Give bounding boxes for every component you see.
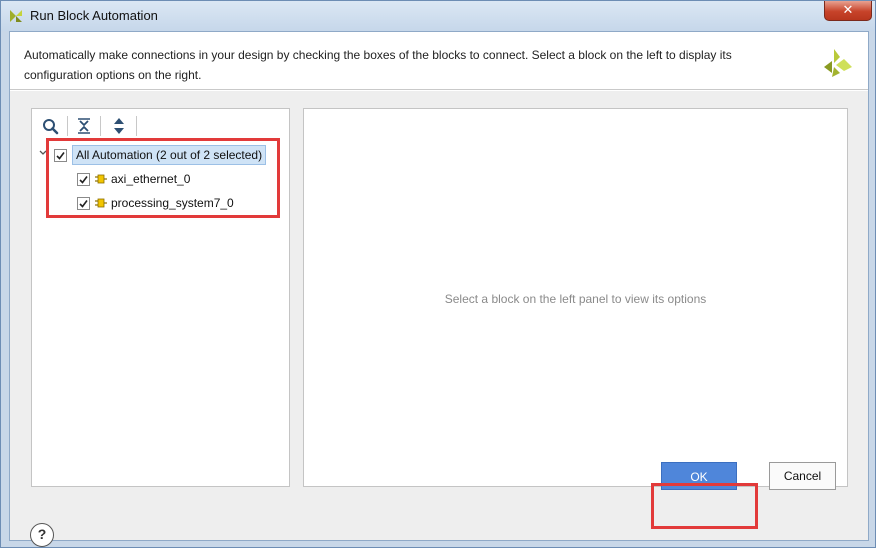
title-bar[interactable]: Run Block Automation ✕ — [1, 1, 875, 31]
window-title: Run Block Automation — [30, 8, 158, 23]
dialog-content: Automatically make connections in your d… — [9, 31, 869, 547]
highlight-box-tree — [46, 138, 280, 218]
dialog-window: Run Block Automation ✕ Automatically mak… — [0, 0, 876, 548]
highlight-box-ok — [651, 483, 758, 529]
toolbar-separator — [100, 116, 101, 136]
dialog-header: Automatically make connections in your d… — [10, 32, 868, 90]
xilinx-logo-icon — [824, 49, 852, 77]
options-panel: Select a block on the left panel to view… — [303, 108, 848, 487]
block-tree-panel: All Automation (2 out of 2 selected) axi… — [31, 108, 290, 487]
options-placeholder: Select a block on the left panel to view… — [444, 292, 707, 306]
search-icon[interactable] — [39, 115, 61, 137]
toolbar-separator — [136, 116, 137, 136]
cancel-button[interactable]: Cancel — [769, 462, 836, 490]
toolbar-separator — [67, 116, 68, 136]
help-button[interactable]: ? — [30, 523, 54, 547]
collapse-all-icon[interactable] — [73, 115, 95, 137]
expand-all-icon[interactable] — [108, 115, 130, 137]
close-button[interactable]: ✕ — [824, 1, 872, 21]
dialog-body: All Automation (2 out of 2 selected) axi… — [10, 91, 868, 547]
vivado-logo-icon — [10, 10, 22, 22]
header-description: Automatically make connections in your d… — [24, 48, 732, 82]
